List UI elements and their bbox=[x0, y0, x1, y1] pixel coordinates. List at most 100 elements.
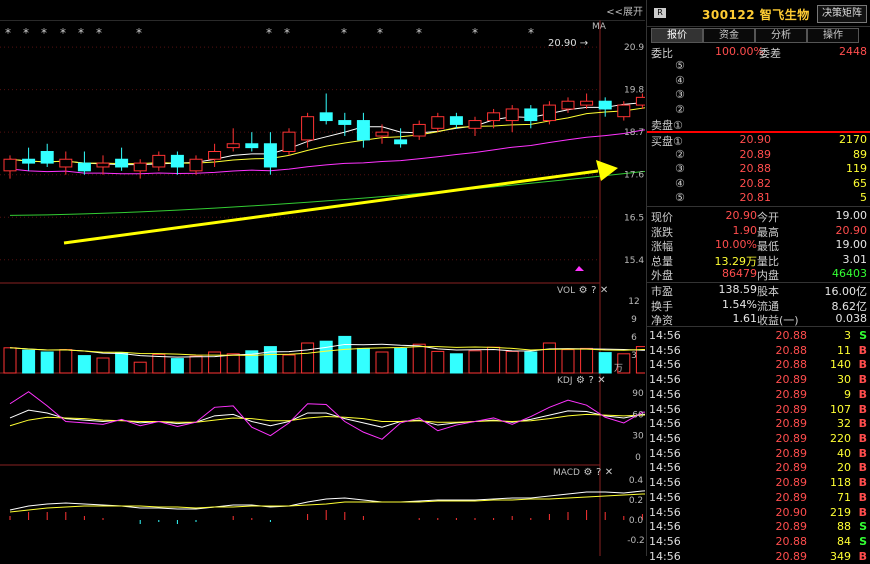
volume-bar bbox=[263, 346, 277, 374]
candle-body bbox=[468, 120, 482, 129]
quote-header: R 300122 智飞生物 决策矩阵 bbox=[647, 0, 870, 27]
volume-bar bbox=[542, 342, 556, 374]
candle-body bbox=[208, 151, 222, 160]
tick-row: 14:56 20.89 107 B bbox=[649, 403, 869, 418]
tick-row: 14:56 20.89 349 B bbox=[649, 550, 869, 564]
kdj-tick: 90 bbox=[632, 389, 644, 399]
help-icon[interactable]: ? bbox=[588, 375, 593, 386]
sell-level-row: ③ bbox=[649, 88, 869, 102]
close-icon[interactable]: ✕ bbox=[605, 467, 613, 478]
candle bbox=[431, 112, 445, 133]
tick-time: 14:56 bbox=[649, 329, 681, 342]
tick-price: 20.89 bbox=[775, 373, 808, 387]
close-icon[interactable]: ✕ bbox=[597, 375, 605, 386]
vol-title-bar: VOL ⚙ ? ✕ bbox=[557, 283, 608, 296]
sell-level-row: ④ bbox=[649, 74, 869, 88]
candle-body bbox=[170, 154, 184, 168]
buy-level-label: ④ bbox=[675, 176, 685, 190]
chart-grid bbox=[0, 20, 645, 556]
gear-icon[interactable]: ⚙ bbox=[583, 467, 592, 478]
stat-value: 86479 bbox=[722, 267, 757, 281]
tick-time: 14:56 bbox=[649, 402, 681, 416]
buy-level-label: 买盘① bbox=[651, 135, 683, 148]
kdj-title: KDJ bbox=[557, 376, 573, 386]
sell-level-label: ② bbox=[675, 102, 685, 116]
fundamental-row: 净资 1.61 收益(一) 0.038 bbox=[649, 312, 869, 327]
volume-bar bbox=[394, 347, 408, 374]
volume-tick: 12 bbox=[628, 297, 639, 307]
tick-price: 20.89 bbox=[775, 461, 808, 475]
volume-bar bbox=[598, 352, 612, 374]
candle bbox=[133, 159, 147, 179]
volume-bar bbox=[189, 355, 203, 374]
price-tick: 18.7 bbox=[624, 128, 644, 138]
buy-level-price: 20.81 bbox=[739, 191, 772, 205]
candle-body bbox=[375, 131, 389, 137]
candle bbox=[40, 143, 54, 167]
tick-volume: 107 bbox=[830, 402, 851, 416]
stat-label: 总量 bbox=[651, 254, 673, 268]
buy-level-row: ⑤ 20.81 5 bbox=[649, 191, 869, 205]
quote-panel: R 300122 智飞生物 决策矩阵 报价 资金 分析 操作 委比 100.00… bbox=[646, 0, 870, 563]
decision-matrix-button[interactable]: 决策矩阵 bbox=[817, 5, 867, 23]
stat-label: 市盈 bbox=[651, 285, 673, 298]
macd-tick: -0.2 bbox=[627, 536, 645, 546]
tab-quote[interactable]: 报价 bbox=[651, 28, 703, 43]
buy-level-label: ⑤ bbox=[675, 191, 685, 205]
stat-value: 13.29万 bbox=[714, 254, 758, 268]
gear-icon[interactable]: ⚙ bbox=[576, 375, 585, 386]
volume-bar bbox=[412, 343, 426, 374]
volume-tick: 6 bbox=[631, 333, 637, 343]
tick-side: B bbox=[858, 432, 867, 446]
candle bbox=[635, 93, 645, 109]
tick-volume: 20 bbox=[837, 461, 851, 475]
tick-row: 14:56 20.89 30 B bbox=[649, 373, 869, 388]
candle bbox=[263, 132, 277, 175]
help-icon[interactable]: ? bbox=[596, 467, 601, 478]
tick-price: 20.88 bbox=[775, 358, 808, 372]
expand-button[interactable]: <<展开 bbox=[606, 3, 643, 18]
stat-value: 1.54% bbox=[722, 297, 757, 311]
buy-level-label: ③ bbox=[675, 162, 685, 176]
tick-time: 14:56 bbox=[649, 358, 681, 372]
stat-label: 涨幅 bbox=[651, 240, 673, 254]
tick-side: B bbox=[858, 490, 867, 504]
volume-bar bbox=[226, 353, 240, 374]
candle-body bbox=[356, 120, 370, 141]
candle-body bbox=[152, 154, 166, 168]
stat-label: 今开 bbox=[757, 211, 779, 224]
kline-chart[interactable]: 20.9 19.8 18.7 17.6 16.5 15.4 20.90 → 12 9 6 3 90… bbox=[0, 20, 645, 556]
volume-bar bbox=[133, 361, 147, 374]
tick-row: 14:56 20.88 11 B bbox=[649, 344, 869, 359]
candle bbox=[580, 93, 594, 109]
kdj-tick: 0 bbox=[635, 453, 641, 463]
candle bbox=[152, 151, 166, 171]
macd-dea-line bbox=[9, 493, 645, 513]
candle bbox=[96, 155, 110, 175]
stat-row: 外盘 86479 内盘 46403 bbox=[649, 267, 869, 282]
candle-body bbox=[263, 143, 277, 168]
tick-volume: 88 bbox=[837, 520, 851, 534]
candle-body bbox=[617, 104, 631, 118]
tab-operate[interactable]: 操作 bbox=[807, 28, 859, 43]
close-icon[interactable]: ✕ bbox=[600, 285, 608, 296]
sell-level-row: ② bbox=[649, 103, 869, 117]
tab-funds[interactable]: 资金 bbox=[703, 28, 755, 43]
separator bbox=[647, 206, 870, 207]
stat-label: 量比 bbox=[757, 254, 779, 268]
candle-body bbox=[431, 116, 445, 129]
volume-bar bbox=[449, 353, 463, 374]
price-tick: 20.9 bbox=[624, 43, 644, 53]
stat-value: 8.62亿 bbox=[831, 299, 868, 313]
candle-body bbox=[77, 162, 91, 172]
gear-icon[interactable]: ⚙ bbox=[579, 285, 588, 296]
stat-value: 16.00亿 bbox=[824, 285, 868, 298]
stat-value: 46403 bbox=[832, 267, 867, 281]
tab-analysis[interactable]: 分析 bbox=[755, 28, 807, 43]
help-icon[interactable]: ? bbox=[591, 285, 596, 296]
volume-bar bbox=[431, 350, 445, 374]
tick-price: 20.89 bbox=[775, 446, 808, 460]
tick-volume: 11 bbox=[837, 343, 851, 357]
volume-bar bbox=[282, 354, 296, 374]
tick-time: 14:56 bbox=[649, 505, 681, 519]
